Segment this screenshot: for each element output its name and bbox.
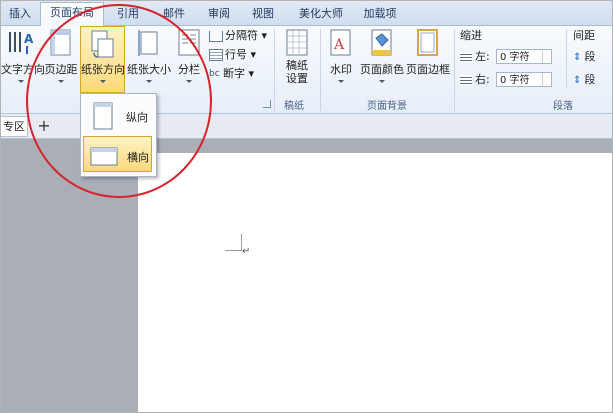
line-numbers-button[interactable]: 行号 ▾	[209, 47, 271, 63]
document-page[interactable]: ↵	[138, 153, 612, 412]
indent-title: 缩进	[460, 29, 482, 42]
spacing-before-row[interactable]: ⇕ 段	[573, 49, 595, 65]
manuscript-grid-icon	[286, 29, 308, 56]
hyphenation-button[interactable]: bc 断字 ▾	[209, 66, 271, 82]
page-setup-dialog-launcher[interactable]	[263, 100, 271, 108]
tab-insert[interactable]: 插入	[5, 4, 35, 24]
margin-corner-mark	[225, 234, 242, 251]
group-separator	[454, 29, 455, 111]
text-direction-icon: A	[9, 32, 34, 54]
group-separator	[566, 29, 567, 89]
indent-left-input[interactable]: 0 字符	[496, 49, 552, 64]
breaks-button[interactable]: 分隔符 ▾	[209, 28, 271, 44]
indent-right-icon	[460, 75, 472, 85]
indent-left-icon	[460, 52, 472, 62]
manuscript-settings-button[interactable]: 稿纸 设置	[277, 26, 317, 94]
line-numbers-label: 行号	[225, 48, 247, 61]
page-background-group-label: 页面背景	[367, 101, 407, 112]
page-border-icon	[417, 29, 438, 56]
page-borders-button[interactable]: 页面边框	[405, 26, 451, 92]
page-color-button[interactable]: 页面颜色	[359, 26, 405, 92]
indent-right-row: 右:	[460, 72, 496, 88]
watermark-icon: A	[330, 29, 351, 56]
annotation-circle	[26, 4, 212, 198]
chevron-down-icon	[18, 80, 24, 83]
tab-addins[interactable]: 加载项	[358, 4, 402, 24]
spacing-title: 间距	[573, 29, 595, 42]
spacing-after-icon: ⇕	[573, 75, 582, 86]
paragraph-group-label: 段落	[553, 101, 573, 112]
group-separator	[320, 29, 321, 111]
line-numbers-icon	[209, 49, 223, 61]
spacing-before-icon: ⇕	[573, 52, 582, 63]
manuscript-settings-label: 稿纸 设置	[286, 59, 308, 85]
spinner-arrows-icon[interactable]	[542, 73, 551, 86]
indent-right-label: 右:	[475, 73, 490, 86]
manuscript-group-label: 稿纸	[284, 101, 304, 112]
watermark-label: 水印	[330, 63, 352, 76]
indent-left-row: 左:	[460, 49, 496, 65]
spacing-before-label: 段	[584, 50, 596, 63]
page-break-icon	[209, 30, 223, 42]
hyphenation-label: 断字	[223, 67, 245, 80]
chevron-down-icon	[338, 80, 344, 83]
group-separator	[274, 29, 275, 111]
indent-right-value: 0 字符	[500, 75, 530, 86]
word-window: 插入 页面布局 引用 邮件 审阅 视图 美化大师 加载项 A 文字方向 页边距 …	[0, 0, 613, 413]
page-color-label: 页面颜色	[360, 63, 404, 76]
svg-text:A: A	[24, 32, 34, 46]
chevron-down-icon	[379, 80, 385, 83]
indent-left-label: 左:	[475, 50, 490, 63]
indent-right-input[interactable]: 0 字符	[496, 72, 552, 87]
tab-view[interactable]: 视图	[246, 4, 280, 24]
paragraph-mark: ↵	[242, 246, 251, 257]
spacing-after-label: 段	[584, 73, 596, 86]
tab-beautify-master[interactable]: 美化大师	[292, 4, 350, 24]
svg-text:A: A	[333, 37, 345, 53]
spinner-arrows-icon[interactable]	[542, 50, 551, 63]
hyphenation-icon: bc	[209, 69, 220, 79]
watermark-button[interactable]: A 水印	[323, 26, 359, 92]
indent-left-value: 0 字符	[500, 52, 530, 63]
tab-review[interactable]: 审阅	[202, 4, 236, 24]
breaks-label: 分隔符	[225, 29, 258, 42]
paint-bucket-icon	[371, 29, 392, 56]
spacing-after-row[interactable]: ⇕ 段	[573, 72, 595, 88]
page-borders-label: 页面边框	[406, 63, 450, 76]
document-tab[interactable]: 专区	[1, 116, 28, 137]
